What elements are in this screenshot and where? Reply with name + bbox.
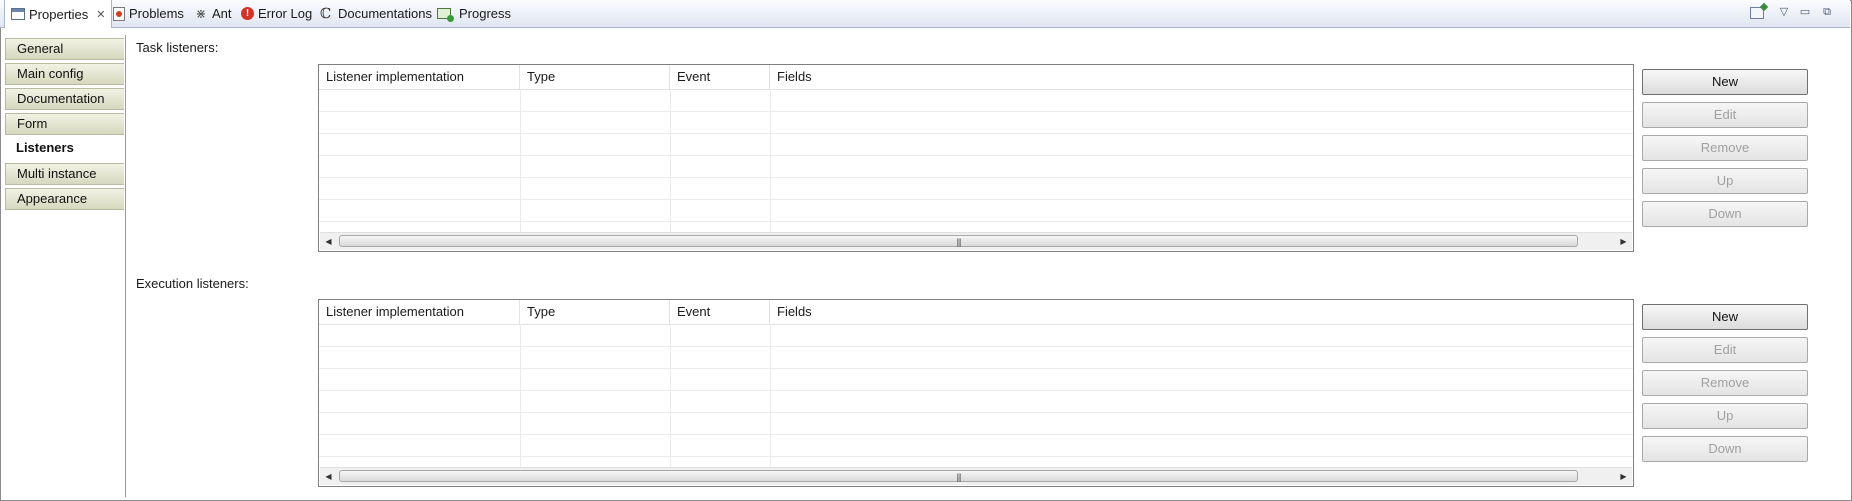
column-header[interactable]: Fields [770, 65, 1633, 89]
tab-documentations-label: Documentations [338, 6, 432, 21]
table-row[interactable] [319, 324, 1633, 347]
column-divider [520, 89, 521, 234]
view-menu-icon[interactable]: ▽ [1776, 4, 1792, 20]
column-divider [770, 89, 771, 234]
table-body [319, 89, 1633, 234]
sidebar-item-listeners[interactable]: Listeners [5, 138, 124, 160]
properties-icon [11, 8, 25, 20]
pin-view-icon[interactable] [1750, 7, 1764, 19]
table-row[interactable] [319, 412, 1633, 435]
task-listeners-label: Task listeners: [136, 40, 219, 55]
tab-ant[interactable]: ⋇ Ant [194, 0, 232, 27]
task-listeners-table[interactable]: Listener implementation Type Event Field… [318, 64, 1634, 252]
horizontal-scrollbar[interactable]: ◀ ||| ▶ [320, 467, 1632, 485]
table-row[interactable] [319, 390, 1633, 413]
sidebar-item-documentation[interactable]: Documentation [5, 88, 124, 110]
sidebar-item-main-config[interactable]: Main config [5, 63, 124, 85]
column-header[interactable]: Listener implementation [319, 300, 520, 324]
tab-problems[interactable]: Problems [113, 0, 184, 27]
view-tab-bar: Properties ✕ Problems ⋇ Ant ! Error Log … [0, 0, 1850, 28]
tab-problems-label: Problems [129, 6, 184, 21]
grip-icon: ||| [956, 237, 961, 247]
grip-icon: ||| [956, 472, 961, 482]
task-edit-button[interactable]: Edit [1642, 102, 1808, 128]
table-header: Listener implementation Type Event Field… [319, 300, 1633, 325]
minimize-icon[interactable]: ▭ [1797, 4, 1813, 20]
scroll-left-icon[interactable]: ◀ [320, 468, 337, 485]
tab-progress-label: Progress [459, 6, 512, 21]
table-row[interactable] [319, 368, 1633, 391]
column-header[interactable]: Event [670, 300, 770, 324]
column-header[interactable]: Fields [770, 300, 1633, 324]
column-divider [670, 89, 671, 234]
tab-properties[interactable]: Properties ✕ [4, 0, 113, 28]
progress-icon [437, 8, 454, 22]
horizontal-scrollbar[interactable]: ◀ ||| ▶ [320, 232, 1632, 250]
table-row[interactable] [319, 177, 1633, 200]
column-header[interactable]: Event [670, 65, 770, 89]
execution-listeners-label: Execution listeners: [136, 276, 249, 291]
execution-remove-button[interactable]: Remove [1642, 370, 1808, 396]
ant-icon: ⋇ [195, 5, 207, 21]
sidebar-item-general[interactable]: General [5, 38, 124, 60]
tab-progress[interactable]: Progress [437, 0, 511, 27]
tab-ant-label: Ant [212, 6, 232, 21]
task-down-button[interactable]: Down [1642, 201, 1808, 227]
sidebar-item-multi-instance[interactable]: Multi instance [5, 163, 124, 185]
restore-icon[interactable]: ⧉ [1819, 4, 1835, 20]
execution-down-button[interactable]: Down [1642, 436, 1808, 462]
scrollbar-thumb[interactable]: ||| [339, 235, 1578, 247]
execution-edit-button[interactable]: Edit [1642, 337, 1808, 363]
execution-new-button[interactable]: New [1642, 304, 1808, 330]
column-divider [670, 324, 671, 469]
tab-properties-label: Properties [29, 6, 89, 22]
task-up-button[interactable]: Up [1642, 168, 1808, 194]
scroll-left-icon[interactable]: ◀ [320, 233, 337, 250]
column-divider [770, 324, 771, 469]
table-body [319, 324, 1633, 469]
table-row[interactable] [319, 346, 1633, 369]
column-header[interactable]: Listener implementation [319, 65, 520, 89]
close-icon[interactable]: ✕ [96, 8, 105, 21]
scroll-right-icon[interactable]: ▶ [1615, 233, 1632, 250]
execution-up-button[interactable]: Up [1642, 403, 1808, 429]
execution-listeners-table[interactable]: Listener implementation Type Event Field… [318, 299, 1634, 487]
tab-error-log-label: Error Log [258, 6, 313, 21]
task-new-button[interactable]: New [1642, 69, 1808, 95]
scroll-right-icon[interactable]: ▶ [1615, 468, 1632, 485]
table-row[interactable] [319, 434, 1633, 457]
tab-error-log[interactable]: ! Error Log [241, 0, 312, 27]
table-row[interactable] [319, 155, 1633, 178]
problems-icon [113, 6, 125, 21]
column-header[interactable]: Type [520, 65, 670, 89]
table-row[interactable] [319, 133, 1633, 156]
table-row[interactable] [319, 199, 1633, 222]
column-header[interactable]: Type [520, 300, 670, 324]
sidebar-item-appearance[interactable]: Appearance [5, 188, 124, 210]
tab-documentations[interactable]: ℂ Documentations [320, 0, 432, 27]
table-row[interactable] [319, 111, 1633, 134]
table-row[interactable] [319, 89, 1633, 112]
column-divider [520, 324, 521, 469]
error-log-icon: ! [241, 7, 254, 20]
scrollbar-thumb[interactable]: ||| [339, 470, 1578, 482]
table-header: Listener implementation Type Event Field… [319, 65, 1633, 90]
sidebar-item-form[interactable]: Form [5, 113, 124, 135]
documentation-icon: ℂ [320, 5, 332, 22]
task-remove-button[interactable]: Remove [1642, 135, 1808, 161]
